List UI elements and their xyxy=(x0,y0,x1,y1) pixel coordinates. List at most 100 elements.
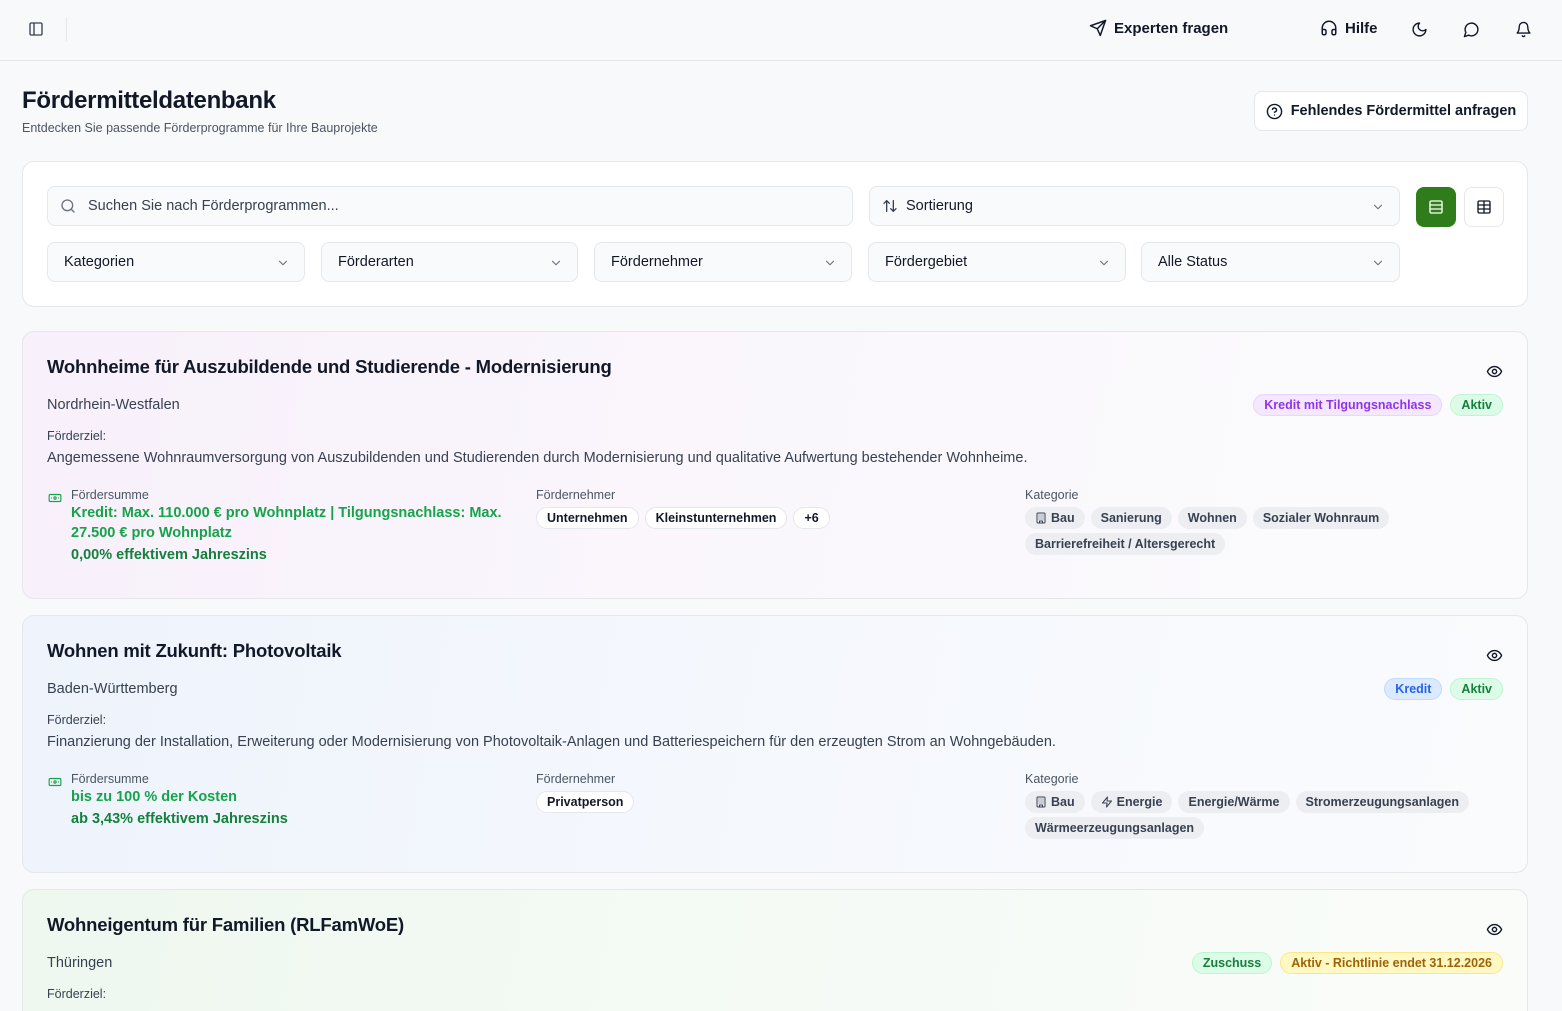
eye-icon[interactable] xyxy=(1486,921,1503,938)
goal-text: Finanzierung der Installation, Erweiteru… xyxy=(47,734,1056,750)
recipient-chip: Privatperson xyxy=(536,791,635,813)
recipient-section: Fördernehmer Unternehmen Kleinstunterneh… xyxy=(536,488,996,529)
program-region: Baden-Württemberg xyxy=(47,681,178,697)
status-badge: Aktiv xyxy=(1450,678,1503,700)
send-icon xyxy=(1089,19,1107,37)
chevron-down-icon xyxy=(823,256,837,270)
status-badge: Aktiv - Richtlinie endet 31.12.2026 xyxy=(1280,952,1503,974)
status-badge: Aktiv xyxy=(1450,394,1503,416)
banknote-icon xyxy=(47,491,63,505)
category-chip: Energie/Wärme xyxy=(1178,791,1290,813)
category-chip: Sanierung xyxy=(1090,507,1172,529)
sort-select[interactable]: Sortierung xyxy=(869,186,1400,226)
search-input[interactable] xyxy=(88,198,828,214)
moon-icon xyxy=(1411,21,1428,38)
amount-label: Fördersumme xyxy=(71,488,149,502)
region-filter-label: Fördergebiet xyxy=(885,254,968,270)
status-filter-label: Alle Status xyxy=(1158,254,1228,270)
funding-type-badge: Kredit xyxy=(1384,678,1443,700)
program-title[interactable]: Wohnen mit Zukunft: Photovoltaik xyxy=(47,640,342,662)
recipients-filter[interactable]: Fördernehmer xyxy=(594,242,852,282)
category-label: Kategorie xyxy=(1025,772,1079,786)
notifications-button[interactable] xyxy=(1513,17,1533,41)
status-filter[interactable]: Alle Status xyxy=(1141,242,1400,282)
recipient-chip: Unternehmen xyxy=(536,507,639,529)
sort-arrows-icon xyxy=(882,198,898,214)
category-chip: Wohnen xyxy=(1177,507,1247,529)
program-badges: Kredit mit Tilgungsnachlass Aktiv xyxy=(1253,394,1503,416)
program-title[interactable]: Wohnheime für Auszubildende und Studiere… xyxy=(47,356,612,378)
funding-type-badge: Kredit mit Tilgungsnachlass xyxy=(1253,394,1443,416)
funding-types-filter[interactable]: Förderarten xyxy=(321,242,578,282)
list-view-icon xyxy=(1428,199,1444,215)
filter-panel: Sortierung Kategorien Förderarten Förder… xyxy=(22,161,1528,307)
eye-icon[interactable] xyxy=(1486,363,1503,380)
amount-section: Fördersumme Kredit: Max. 110.000 € pro W… xyxy=(47,488,517,565)
program-region: Thüringen xyxy=(47,955,113,971)
page-title: Fördermitteldatenbank xyxy=(22,87,276,114)
recipient-section: Fördernehmer Privatperson xyxy=(536,772,996,813)
headset-icon xyxy=(1320,19,1338,37)
amount-label: Fördersumme xyxy=(71,772,149,786)
more-recipients-chip[interactable]: +6 xyxy=(793,507,830,529)
eye-icon[interactable] xyxy=(1486,647,1503,664)
search-icon xyxy=(60,198,76,214)
building-icon xyxy=(1035,796,1047,808)
categories-filter-label: Kategorien xyxy=(64,254,135,270)
building-icon xyxy=(1035,512,1047,524)
funding-types-filter-label: Förderarten xyxy=(338,254,414,270)
region-filter[interactable]: Fördergebiet xyxy=(868,242,1126,282)
list-view-button[interactable] xyxy=(1416,187,1456,227)
program-card[interactable]: Wohneigentum für Familien (RLFamWoE) Thü… xyxy=(22,889,1528,1011)
category-chip: Bau xyxy=(1025,507,1085,529)
goal-label: Förderziel: xyxy=(47,987,107,1001)
chevron-down-icon xyxy=(1371,256,1385,270)
goal-text: Angemessene Wohnraumversorgung von Auszu… xyxy=(47,450,1028,466)
chevron-down-icon xyxy=(276,256,290,270)
amount-section: Fördersumme bis zu 100 % der Kosten ab 3… xyxy=(47,772,517,829)
goal-label: Förderziel: xyxy=(47,713,107,727)
ask-experts-label: Experten fragen xyxy=(1114,19,1229,37)
table-view-icon xyxy=(1476,199,1492,215)
banknote-icon xyxy=(47,775,63,789)
amount-value: Kredit: Max. 110.000 € pro Wohnplatz | T… xyxy=(71,505,502,541)
recipients-filter-label: Fördernehmer xyxy=(611,254,703,270)
theme-toggle-button[interactable] xyxy=(1409,17,1429,41)
chevron-down-icon xyxy=(549,256,563,270)
page-subtitle: Entdecken Sie passende Förderprogramme f… xyxy=(22,121,378,135)
category-chip: Bau xyxy=(1025,791,1085,813)
category-section: Kategorie Bau Sanierung Wohnen Sozialer … xyxy=(1025,488,1495,555)
category-label: Kategorie xyxy=(1025,488,1079,502)
categories-filter[interactable]: Kategorien xyxy=(47,242,305,282)
message-circle-icon xyxy=(1463,21,1480,38)
help-button[interactable]: Hilfe xyxy=(1320,19,1378,37)
category-chip: Energie xyxy=(1090,791,1173,813)
recipient-chip: Kleinstunternehmen xyxy=(644,507,788,529)
funding-type-badge: Zuschuss xyxy=(1191,952,1273,974)
program-title[interactable]: Wohneigentum für Familien (RLFamWoE) xyxy=(47,914,404,936)
interest-rate: ab 3,43% effektivem Jahreszins xyxy=(71,811,288,827)
amount-value: bis zu 100 % der Kosten xyxy=(71,789,237,805)
recipient-label: Fördernehmer xyxy=(536,772,616,786)
chat-button[interactable] xyxy=(1461,17,1481,41)
program-badges: Zuschuss Aktiv - Richtlinie endet 31.12.… xyxy=(1191,952,1503,974)
top-bar: Experten fragen Hilfe xyxy=(0,0,1562,61)
category-chip: Barrierefreiheit / Altersgerecht xyxy=(1025,533,1226,555)
program-region: Nordrhein-Westfalen xyxy=(47,397,180,413)
request-missing-funding-button[interactable]: Fehlendes Fördermittel anfragen xyxy=(1254,91,1528,131)
ask-experts-button[interactable]: Experten fragen xyxy=(1089,19,1228,37)
chevron-down-icon xyxy=(1097,256,1111,270)
sidebar-toggle-button[interactable] xyxy=(24,17,48,41)
program-card[interactable]: Wohnheime für Auszubildende und Studiere… xyxy=(22,331,1528,599)
program-card[interactable]: Wohnen mit Zukunft: Photovoltaik Baden-W… xyxy=(22,615,1528,873)
category-chip: Stromerzeugungsanlagen xyxy=(1295,791,1469,813)
category-section: Kategorie Bau Energie Energie/Wärme Stro… xyxy=(1025,772,1495,839)
topbar-divider xyxy=(66,17,67,41)
help-label: Hilfe xyxy=(1345,19,1378,37)
recipient-label: Fördernehmer xyxy=(536,488,616,502)
table-view-button[interactable] xyxy=(1464,187,1504,227)
interest-rate: 0,00% effektivem Jahreszins xyxy=(71,547,267,563)
program-badges: Kredit Aktiv xyxy=(1384,678,1503,700)
category-chip: Wärmeerzeugungsanlagen xyxy=(1025,817,1205,839)
goal-label: Förderziel: xyxy=(47,429,107,443)
